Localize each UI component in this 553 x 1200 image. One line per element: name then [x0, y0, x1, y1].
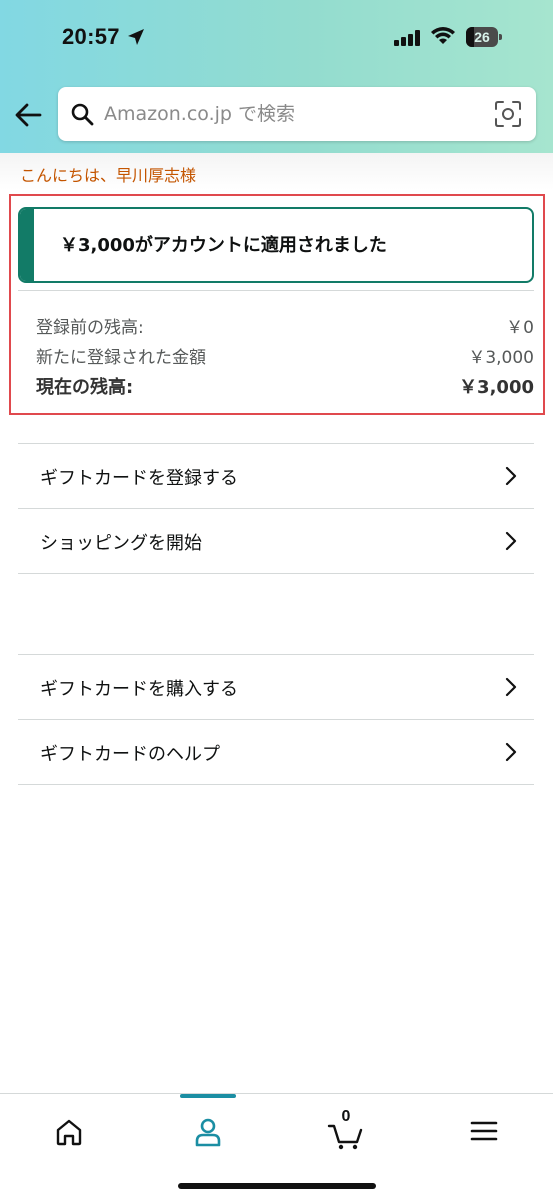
home-indicator — [178, 1183, 376, 1189]
alert-message: ￥3,000がアカウントに適用されました — [60, 235, 387, 256]
balance-label: 現在の残高: — [36, 377, 134, 398]
chevron-right-icon — [505, 466, 517, 486]
menu-item-redeem-gift-card[interactable]: ギフトカードを登録する — [18, 444, 534, 509]
cart-button[interactable]: 0 — [326, 1108, 366, 1152]
balance-label: 新たに登録された金額 — [36, 348, 206, 368]
balance-row-current: 現在の残高: ￥3,000 — [36, 373, 534, 399]
success-alert: ￥3,000がアカウントに適用されました — [18, 207, 534, 283]
account-icon[interactable] — [188, 1112, 228, 1152]
greeting-bar: こんにちは、早川厚志様 — [0, 153, 553, 190]
balance-value: ￥3,000 — [468, 348, 534, 368]
menu-item-buy-gift-card[interactable]: ギフトカードを購入する — [18, 655, 534, 720]
battery-level: 26 — [474, 29, 490, 45]
menu-item-gift-card-help[interactable]: ギフトカードのヘルプ — [18, 720, 534, 785]
balance-value: ￥0 — [506, 318, 534, 338]
balance-row-added: 新たに登録された金額 ￥3,000 — [36, 343, 534, 369]
app-header: 20:57 26 — [0, 0, 553, 153]
balance-value: ￥3,000 — [459, 377, 534, 398]
active-tab-indicator — [180, 1094, 236, 1098]
wifi-icon — [431, 27, 455, 44]
balance-label: 登録前の残高: — [36, 318, 144, 338]
search-bar[interactable] — [58, 87, 536, 141]
menu-item-label: ギフトカードのヘルプ — [40, 744, 220, 765]
search-icon — [71, 103, 94, 126]
greeting-text[interactable]: こんにちは、早川厚志様 — [20, 162, 196, 186]
battery-icon: 26 — [466, 27, 502, 47]
balance-row-before: 登録前の残高: ￥0 — [36, 313, 534, 339]
home-icon[interactable] — [49, 1112, 89, 1152]
chevron-right-icon — [505, 677, 517, 697]
chevron-right-icon — [505, 531, 517, 551]
gift-card-secondary-menu: ギフトカードを購入する ギフトカードのヘルプ — [18, 654, 534, 785]
menu-item-label: ショッピングを開始 — [40, 533, 202, 554]
cellular-signal-icon — [394, 30, 420, 46]
menu-item-label: ギフトカードを購入する — [40, 679, 238, 700]
gift-card-menu: ギフトカードを登録する ショッピングを開始 — [18, 443, 534, 574]
back-arrow-icon[interactable] — [14, 102, 42, 128]
search-input[interactable] — [104, 87, 484, 141]
alert-stripe — [20, 209, 34, 281]
menu-icon[interactable] — [464, 1112, 504, 1152]
divider — [18, 290, 534, 291]
camera-scan-icon[interactable] — [494, 100, 522, 128]
status-bar: 20:57 26 — [0, 0, 553, 76]
menu-item-label: ギフトカードを登録する — [40, 468, 238, 489]
location-arrow-icon — [128, 29, 144, 45]
cart-icon — [327, 1124, 363, 1150]
status-time: 20:57 — [62, 24, 120, 49]
menu-item-start-shopping[interactable]: ショッピングを開始 — [18, 509, 534, 574]
chevron-right-icon — [505, 742, 517, 762]
